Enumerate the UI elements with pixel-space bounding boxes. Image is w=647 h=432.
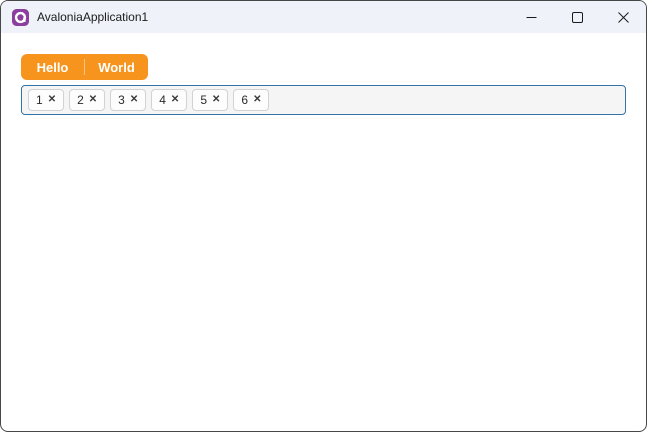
tag-remove-icon[interactable]: ✕ (89, 95, 97, 105)
app-window: AvaloniaApplication1 Hello World 1 ✕ 2 ✕… (0, 0, 647, 432)
tag-chip[interactable]: 3 ✕ (110, 89, 147, 111)
tag-chip[interactable]: 1 ✕ (28, 89, 65, 111)
tag-remove-icon[interactable]: ✕ (171, 95, 179, 105)
tab-world[interactable]: World (85, 54, 148, 80)
tag-chip-label: 4 (159, 93, 166, 107)
tag-chip[interactable]: 6 ✕ (233, 89, 270, 111)
tag-remove-icon[interactable]: ✕ (212, 95, 220, 105)
tag-chip-label: 1 (36, 93, 43, 107)
maximize-button[interactable] (554, 1, 600, 33)
tag-remove-icon[interactable]: ✕ (253, 95, 261, 105)
minimize-icon (526, 16, 536, 18)
tag-chip-label: 2 (77, 93, 84, 107)
caption-buttons (508, 1, 646, 33)
tag-remove-icon[interactable]: ✕ (130, 95, 138, 105)
minimize-button[interactable] (508, 1, 554, 33)
tab-strip: Hello World (21, 54, 148, 80)
avalonia-logo-icon (12, 8, 29, 26)
close-icon (617, 11, 629, 23)
window-title: AvaloniaApplication1 (37, 10, 149, 24)
maximize-icon (571, 11, 583, 23)
close-button[interactable] (600, 1, 646, 33)
titlebar[interactable]: AvaloniaApplication1 (1, 1, 646, 33)
tab-hello[interactable]: Hello (21, 54, 84, 80)
tag-chip[interactable]: 5 ✕ (192, 89, 229, 111)
tag-chip[interactable]: 4 ✕ (151, 89, 188, 111)
tag-remove-icon[interactable]: ✕ (48, 95, 56, 105)
tag-input-box[interactable]: 1 ✕ 2 ✕ 3 ✕ 4 ✕ 5 ✕ 6 ✕ (21, 85, 626, 115)
tag-chip[interactable]: 2 ✕ (69, 89, 106, 111)
tag-chip-label: 3 (118, 93, 125, 107)
tag-chip-label: 5 (200, 93, 207, 107)
tag-chip-label: 6 (241, 93, 249, 107)
